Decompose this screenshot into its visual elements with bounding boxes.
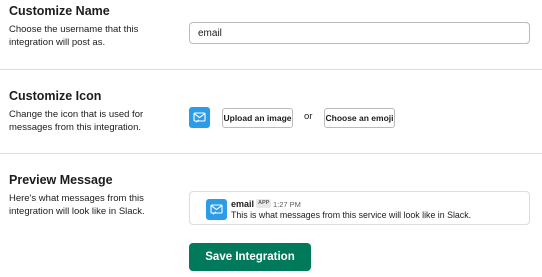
preview-timestamp: 1:27 PM (273, 200, 301, 209)
preview-message-title: Preview Message (9, 173, 113, 187)
envelope-arrow-icon (189, 107, 210, 128)
app-badge: APP (256, 199, 272, 208)
preview-message-text: This is what messages from this service … (231, 210, 472, 220)
customize-icon-title: Customize Icon (9, 89, 102, 103)
preview-sender-name: email (231, 199, 255, 209)
section-divider (0, 69, 542, 70)
or-label: or (304, 111, 313, 122)
save-integration-button[interactable]: Save Integration (189, 243, 311, 271)
customize-name-title: Customize Name (9, 4, 110, 18)
customize-name-description: Choose the username that this integratio… (9, 24, 139, 48)
preview-message-description: Here's what messages from this integrati… (9, 193, 145, 217)
upload-image-button[interactable]: Upload an image (222, 108, 293, 128)
envelope-arrow-icon (206, 199, 227, 220)
section-divider (0, 153, 542, 154)
customize-icon-description: Change the icon that is used for message… (9, 109, 144, 133)
username-input[interactable] (189, 22, 530, 44)
choose-emoji-button[interactable]: Choose an emoji (324, 108, 395, 128)
